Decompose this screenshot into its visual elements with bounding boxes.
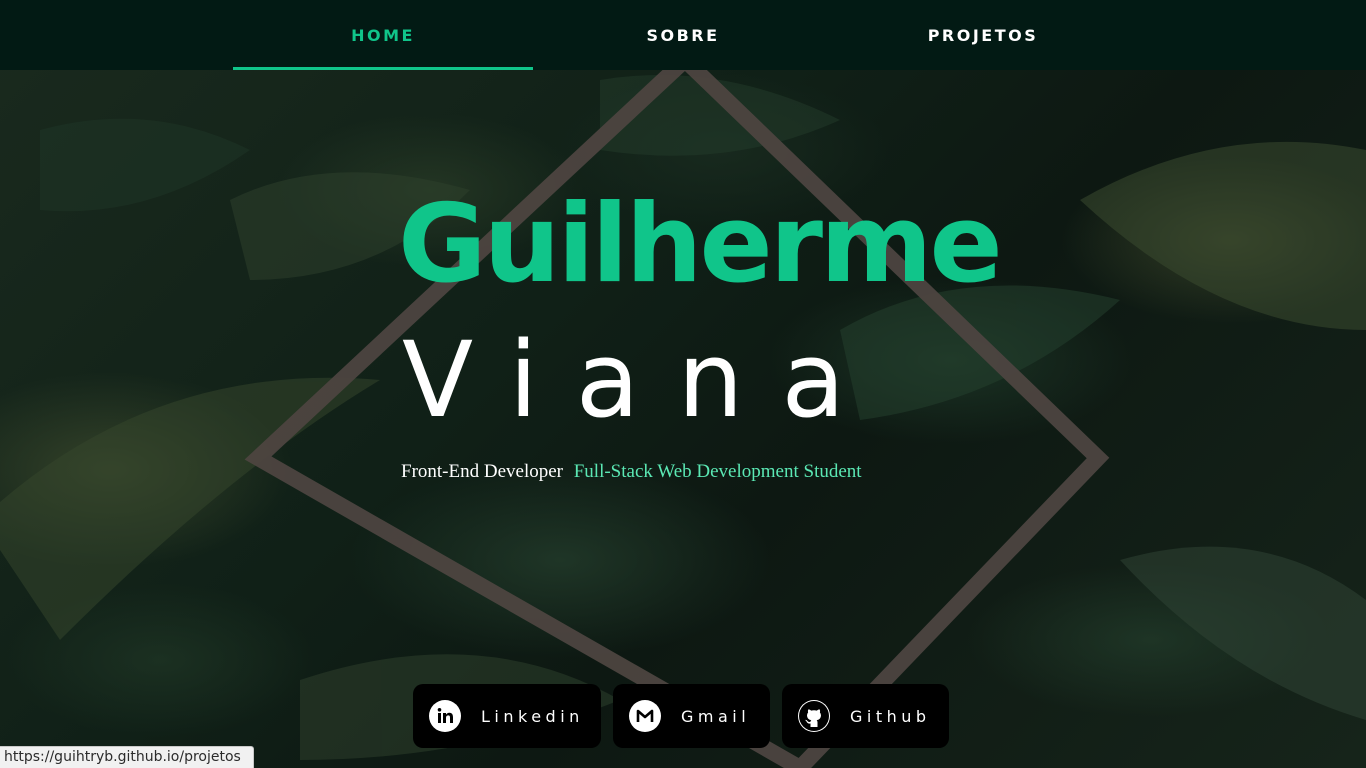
nav-active-indicator xyxy=(233,67,533,70)
nav-projetos[interactable]: PROJETOS xyxy=(833,0,1133,70)
role-secondary: Full-Stack Web Development Student xyxy=(573,461,862,482)
hero-roles: Front-End Developer Full-Stack Web Devel… xyxy=(401,461,862,483)
nav-home[interactable]: HOME xyxy=(233,0,533,70)
gmail-icon xyxy=(629,700,661,732)
status-bar-url: https://guihtryb.github.io/projetos xyxy=(0,746,254,768)
linkedin-icon xyxy=(429,700,461,732)
nav-sobre[interactable]: SOBRE xyxy=(533,0,833,70)
hero-last-name: Viana xyxy=(402,319,884,441)
role-primary: Front-End Developer xyxy=(401,461,563,482)
linkedin-label: Linkedin xyxy=(481,706,584,726)
github-icon xyxy=(798,700,830,732)
hero-first-name: Guilherme xyxy=(398,182,1003,307)
top-navbar: HOME SOBRE PROJETOS xyxy=(0,0,1366,70)
github-label: Github xyxy=(850,706,931,726)
gmail-button[interactable]: Gmail xyxy=(613,684,770,748)
linkedin-button[interactable]: Linkedin xyxy=(413,684,601,748)
github-button[interactable]: Github xyxy=(782,684,949,748)
gmail-label: Gmail xyxy=(681,706,751,726)
